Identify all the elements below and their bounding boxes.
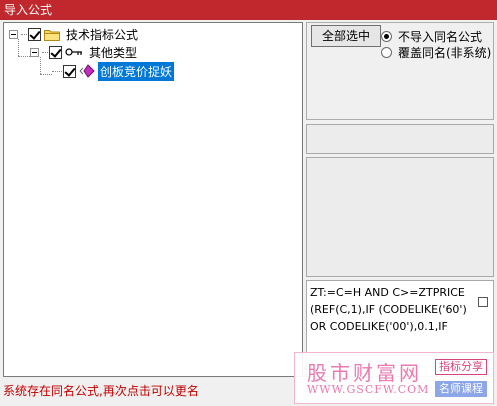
watermark-tag-course: 名师课程: [435, 381, 487, 397]
radio-overwrite-dot[interactable]: [381, 47, 392, 58]
tree-node-label-child: 其他类型: [89, 45, 138, 60]
watermark-tag-share: 指标分享: [435, 359, 487, 375]
watermark-url: WWW.GSCFW.COM: [307, 383, 430, 396]
tree-node-label-leaf: 创板竞价捉妖: [98, 61, 175, 81]
formula-preview-area: [306, 157, 494, 277]
code-checkbox[interactable]: [478, 297, 488, 307]
site-watermark: 股市财富网 WWW.GSCFW.COM 指标分享 名师课程: [294, 352, 494, 404]
info-strip: [306, 124, 494, 154]
radio-overwrite-label: 覆盖同名(非系统): [398, 46, 492, 60]
formula-code-text: ZT:=C=H AND C>=ZTPRICE(REF(C,1),IF (CODE…: [310, 286, 467, 333]
window-title-bar[interactable]: 导入公式: [0, 0, 497, 20]
select-all-button[interactable]: 全部选中: [311, 25, 381, 47]
radio-no-import-label: 不导入同名公式: [398, 30, 483, 44]
tree-connector: [18, 56, 30, 57]
child-checkbox[interactable]: [49, 45, 62, 59]
status-message: 系统存在同名公式,再次点击可以更名: [3, 384, 199, 398]
window-title: 导入公式: [4, 3, 53, 17]
formula-diamond-icon: [79, 64, 95, 78]
tree-node-label-root: 技术指标公式: [66, 27, 139, 42]
radio-no-import-dot[interactable]: [381, 31, 392, 42]
collapse-toggle-icon[interactable]: [9, 29, 18, 39]
radio-overwrite[interactable]: 覆盖同名(非系统): [381, 44, 491, 61]
tree-node-root[interactable]: 技术指标公式: [9, 25, 140, 43]
root-checkbox[interactable]: [28, 27, 41, 41]
key-icon: [65, 48, 82, 56]
folder-icon: [44, 29, 60, 41]
watermark-title: 股市财富网: [307, 361, 422, 385]
leaf-checkbox[interactable]: [63, 64, 76, 78]
tree-connector: [40, 74, 52, 75]
tree-node-leaf[interactable]: 创板竞价捉妖: [52, 61, 175, 81]
formula-tree[interactable]: 技术指标公式 其他类型 创板竞价捉妖: [3, 22, 303, 377]
collapse-toggle-icon[interactable]: [30, 47, 39, 57]
tree-node-child[interactable]: 其他类型: [30, 43, 139, 61]
import-options-panel: 全部选中 不导入同名公式 覆盖同名(非系统): [306, 22, 494, 120]
radio-no-import[interactable]: 不导入同名公式: [381, 28, 482, 45]
